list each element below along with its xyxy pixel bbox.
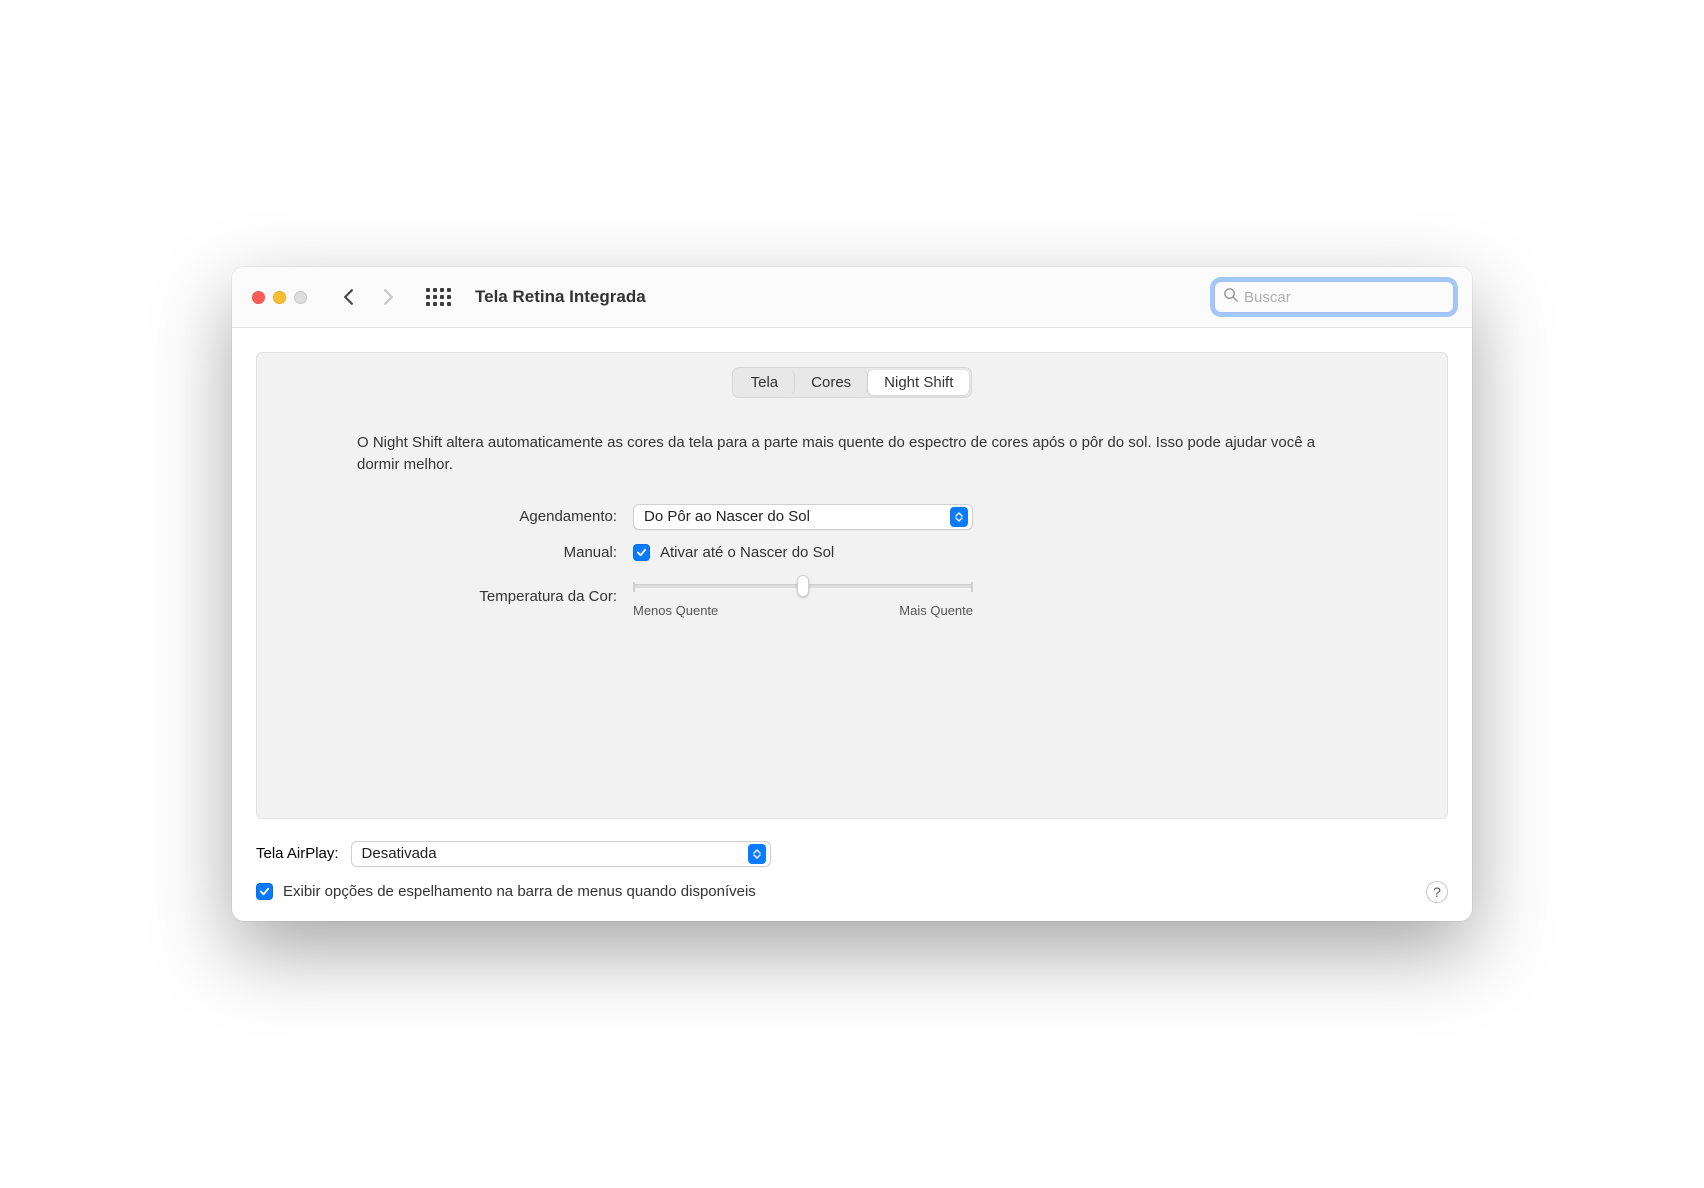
show-all-button[interactable] bbox=[423, 282, 453, 312]
tab-night-shift[interactable]: Night Shift bbox=[868, 370, 969, 395]
window-controls bbox=[252, 291, 307, 304]
chevron-up-down-icon bbox=[950, 507, 968, 527]
preferences-window: Tela Retina Integrada Tela Cores Night S… bbox=[232, 267, 1472, 921]
minimize-window-button[interactable] bbox=[273, 291, 286, 304]
search-icon bbox=[1223, 287, 1238, 307]
tab-bar: Tela Cores Night Shift bbox=[357, 367, 1347, 398]
bottom-row: Exibir opções de espelhamento na barra d… bbox=[256, 881, 1448, 903]
night-shift-description: O Night Shift altera automaticamente as … bbox=[357, 432, 1347, 476]
slider-max-label: Mais Quente bbox=[899, 603, 973, 618]
search-field[interactable] bbox=[1214, 281, 1454, 313]
slider-min-label: Menos Quente bbox=[633, 603, 718, 618]
schedule-label: Agendamento: bbox=[357, 508, 617, 525]
settings-panel: Tela Cores Night Shift O Night Shift alt… bbox=[256, 352, 1448, 819]
close-window-button[interactable] bbox=[252, 291, 265, 304]
airplay-popup[interactable]: Desativada bbox=[351, 841, 771, 867]
help-icon: ? bbox=[1433, 884, 1441, 900]
back-button[interactable] bbox=[333, 282, 363, 312]
tab-tela[interactable]: Tela bbox=[735, 370, 796, 395]
schedule-value: Do Pôr ao Nascer do Sol bbox=[644, 508, 810, 525]
manual-label: Manual: bbox=[357, 544, 617, 561]
color-temp-slider[interactable] bbox=[633, 575, 973, 597]
slider-thumb[interactable] bbox=[797, 575, 809, 597]
color-temp-label: Temperatura da Cor: bbox=[357, 588, 617, 605]
forward-button bbox=[373, 282, 403, 312]
zoom-window-button bbox=[294, 291, 307, 304]
toolbar: Tela Retina Integrada bbox=[232, 267, 1472, 328]
help-button[interactable]: ? bbox=[1426, 881, 1448, 903]
manual-checkbox-label: Ativar até o Nascer do Sol bbox=[660, 544, 834, 561]
tab-cores[interactable]: Cores bbox=[795, 370, 868, 395]
mirroring-checkbox-label: Exibir opções de espelhamento na barra d… bbox=[283, 883, 756, 900]
airplay-label: Tela AirPlay: bbox=[256, 845, 339, 862]
grid-icon bbox=[426, 288, 451, 306]
chevron-up-down-icon bbox=[748, 844, 766, 864]
search-input[interactable] bbox=[1244, 289, 1445, 306]
manual-checkbox[interactable] bbox=[633, 544, 650, 561]
night-shift-form: Agendamento: Do Pôr ao Nascer do Sol Man… bbox=[357, 504, 1347, 618]
mirroring-checkbox[interactable] bbox=[256, 883, 273, 900]
airplay-value: Desativada bbox=[362, 845, 437, 862]
airplay-row: Tela AirPlay: Desativada bbox=[256, 841, 1448, 867]
window-title: Tela Retina Integrada bbox=[475, 287, 646, 307]
schedule-popup[interactable]: Do Pôr ao Nascer do Sol bbox=[633, 504, 973, 530]
content-area: Tela Cores Night Shift O Night Shift alt… bbox=[232, 328, 1472, 921]
